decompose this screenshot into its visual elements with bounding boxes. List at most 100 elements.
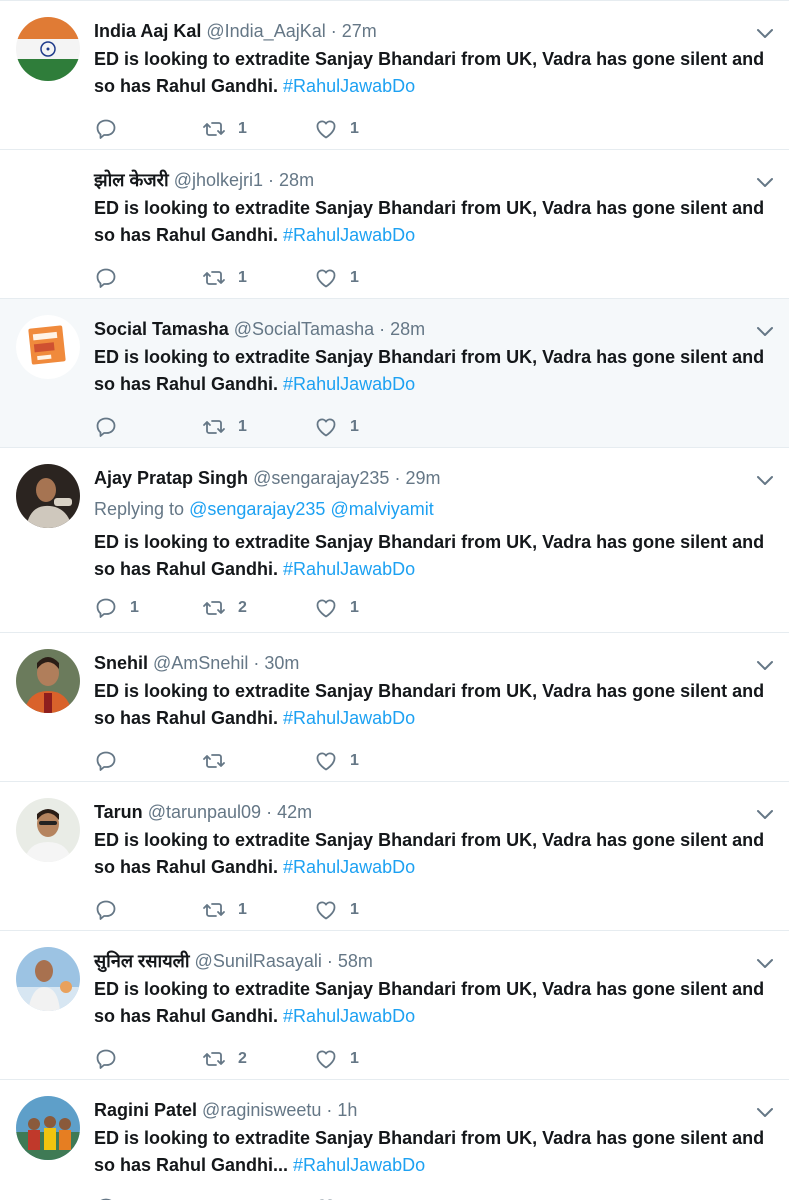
- tweet[interactable]: झोल केजरी @jholkejri1 · 28m ED is lookin…: [0, 150, 789, 299]
- hashtag-link[interactable]: #RahulJawabDo: [293, 1155, 425, 1175]
- hashtag-link[interactable]: #RahulJawabDo: [283, 374, 415, 394]
- like-button[interactable]: [314, 1194, 350, 1200]
- chevron-down-icon[interactable]: [755, 172, 775, 192]
- avatar[interactable]: [16, 17, 80, 81]
- retweet-button[interactable]: 1: [202, 413, 247, 441]
- user-handle[interactable]: @India_AajKal: [206, 21, 325, 41]
- retweet-button[interactable]: 2: [202, 594, 247, 622]
- like-button[interactable]: 1: [314, 896, 359, 924]
- separator-dot: ·: [330, 21, 337, 41]
- user-handle[interactable]: @sengarajay235: [253, 468, 389, 488]
- retweet-button[interactable]: 1: [202, 264, 247, 292]
- user-handle[interactable]: @SunilRasayali: [195, 951, 322, 971]
- reply-button[interactable]: [94, 1045, 130, 1073]
- user-handle[interactable]: @jholkejri1: [174, 170, 263, 190]
- hashtag-link[interactable]: #RahulJawabDo: [283, 225, 415, 245]
- avatar[interactable]: [16, 1096, 80, 1160]
- retweet-icon: [203, 754, 225, 768]
- retweet-icon: [203, 903, 225, 917]
- avatar[interactable]: [16, 464, 80, 528]
- retweet-button[interactable]: [202, 747, 238, 775]
- heart-icon: [316, 901, 336, 920]
- retweet-icon: [203, 601, 225, 615]
- reply-button[interactable]: [94, 747, 130, 775]
- mention-link[interactable]: @sengarajay235: [189, 499, 325, 519]
- timestamp[interactable]: 42m: [277, 802, 312, 822]
- hashtag-link[interactable]: #RahulJawabDo: [283, 76, 415, 96]
- user-handle[interactable]: @tarunpaul09: [148, 802, 261, 822]
- retweet-button[interactable]: 2: [202, 1045, 247, 1073]
- tweet-body: ED is looking to extradite Sanjay Bhanda…: [94, 681, 765, 728]
- retweet-count: 2: [238, 599, 247, 616]
- hashtag-link[interactable]: #RahulJawabDo: [283, 857, 415, 877]
- chevron-down-icon[interactable]: [755, 655, 775, 675]
- chevron-down-icon[interactable]: [755, 470, 775, 490]
- display-name[interactable]: सुनिल रसायली: [94, 951, 190, 971]
- chevron-down-icon[interactable]: [755, 23, 775, 43]
- retweet-count: 2: [238, 1050, 247, 1067]
- reply-button[interactable]: [94, 1194, 130, 1200]
- like-button[interactable]: 1: [314, 1045, 359, 1073]
- timestamp[interactable]: 29m: [405, 468, 440, 488]
- tweet[interactable]: India Aaj Kal @India_AajKal · 27m ED is …: [0, 1, 789, 150]
- like-button[interactable]: 1: [314, 413, 359, 441]
- chevron-down-icon[interactable]: [755, 321, 775, 341]
- tweet-header: Snehil @AmSnehil · 30m: [94, 651, 299, 675]
- tweet[interactable]: Ajay Pratap Singh @sengarajay235 · 29m R…: [0, 448, 789, 633]
- tweet[interactable]: Ragini Patel @raginisweetu · 1h ED is lo…: [0, 1080, 789, 1200]
- timestamp[interactable]: 1h: [337, 1100, 357, 1120]
- like-button[interactable]: 1: [314, 747, 359, 775]
- user-handle[interactable]: @SocialTamasha: [234, 319, 374, 339]
- reply-button[interactable]: [94, 115, 130, 143]
- like-button[interactable]: 1: [314, 115, 359, 143]
- retweet-count: 1: [238, 269, 247, 286]
- display-name[interactable]: झोल केजरी: [94, 170, 169, 190]
- reply-icon: [100, 1198, 112, 1200]
- hashtag-link[interactable]: #RahulJawabDo: [283, 559, 415, 579]
- like-count: 1: [350, 120, 359, 137]
- display-name[interactable]: Social Tamasha: [94, 319, 229, 339]
- avatar[interactable]: [16, 947, 80, 1011]
- tweet[interactable]: सुनिल रसायली @SunilRasayali · 58m ED is …: [0, 931, 789, 1080]
- reply-icon: [96, 598, 116, 618]
- timestamp[interactable]: 28m: [279, 170, 314, 190]
- user-handle[interactable]: @AmSnehil: [153, 653, 248, 673]
- timestamp[interactable]: 27m: [342, 21, 377, 41]
- tweet[interactable]: Snehil @AmSnehil · 30m ED is looking to …: [0, 633, 789, 782]
- reply-button[interactable]: [94, 896, 130, 924]
- chevron-down-icon[interactable]: [755, 1102, 775, 1122]
- avatar[interactable]: [16, 649, 80, 713]
- separator-dot: ·: [326, 1100, 333, 1120]
- user-handle[interactable]: @raginisweetu: [202, 1100, 321, 1120]
- like-button[interactable]: 1: [314, 594, 359, 622]
- retweet-button[interactable]: [202, 1194, 238, 1200]
- timestamp[interactable]: 58m: [338, 951, 373, 971]
- chevron-down-icon[interactable]: [755, 953, 775, 973]
- reply-button[interactable]: [94, 413, 130, 441]
- reply-button[interactable]: [94, 264, 130, 292]
- retweet-button[interactable]: 1: [202, 896, 247, 924]
- display-name[interactable]: India Aaj Kal: [94, 21, 201, 41]
- tweet[interactable]: Tarun @tarunpaul09 · 42m ED is looking t…: [0, 782, 789, 931]
- avatar[interactable]: [16, 798, 80, 862]
- tweet-text: ED is looking to extradite Sanjay Bhanda…: [94, 1125, 774, 1179]
- chevron-down-icon[interactable]: [755, 804, 775, 824]
- display-name[interactable]: Ajay Pratap Singh: [94, 468, 248, 488]
- separator-dot: ·: [379, 319, 386, 339]
- tweet-actions: 1: [94, 747, 394, 775]
- avatar[interactable]: [16, 315, 80, 379]
- timestamp[interactable]: 30m: [264, 653, 299, 673]
- mention-link[interactable]: @malviyamit: [330, 499, 433, 519]
- hashtag-link[interactable]: #RahulJawabDo: [283, 1006, 415, 1026]
- retweet-button[interactable]: 1: [202, 115, 247, 143]
- reply-button[interactable]: 1: [94, 594, 139, 622]
- display-name[interactable]: Snehil: [94, 653, 148, 673]
- like-button[interactable]: 1: [314, 264, 359, 292]
- hashtag-link[interactable]: #RahulJawabDo: [283, 708, 415, 728]
- tweet[interactable]: Social Tamasha @SocialTamasha · 28m ED i…: [0, 299, 789, 448]
- retweet-icon: [203, 271, 225, 285]
- display-name[interactable]: Ragini Patel: [94, 1100, 197, 1120]
- display-name[interactable]: Tarun: [94, 802, 143, 822]
- timestamp[interactable]: 28m: [390, 319, 425, 339]
- tweet-body: ED is looking to extradite Sanjay Bhanda…: [94, 49, 765, 96]
